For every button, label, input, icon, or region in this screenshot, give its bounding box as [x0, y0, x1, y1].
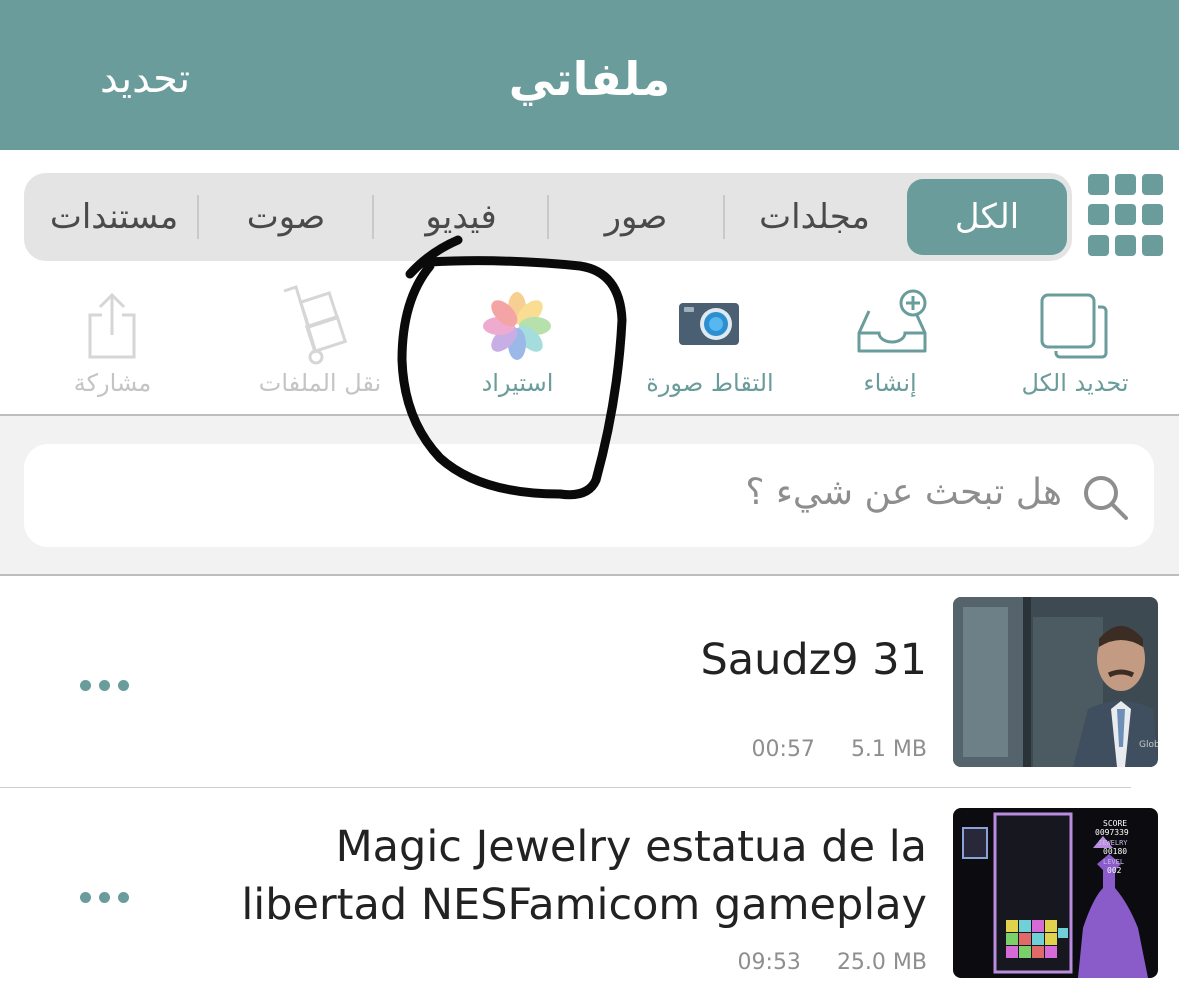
share-icon	[88, 292, 136, 359]
select-all-label: تحديد الكل	[1021, 369, 1129, 397]
inbox-add-icon	[857, 289, 927, 353]
segment-video[interactable]: فيديو	[376, 173, 546, 261]
file-duration: 00:57	[751, 737, 815, 762]
move-files-label: نقل الملفات	[258, 369, 382, 397]
row-divider	[0, 787, 1131, 788]
file-duration: 09:53	[737, 950, 801, 975]
file-size: 25.0 MB	[836, 950, 927, 975]
create-label: إنشاء	[863, 369, 917, 397]
segment-divider	[547, 195, 549, 239]
search-icon	[1084, 476, 1128, 520]
svg-text:002: 002	[1107, 866, 1122, 875]
select-all-tool[interactable]: تحديد الكل	[1000, 285, 1150, 405]
svg-text:00180: 00180	[1103, 847, 1127, 856]
page-title: ملفاتي	[508, 52, 671, 106]
segment-all[interactable]: الكل	[907, 173, 1067, 261]
category-segmented-control: الكل مجلدات صور فيديو صوت مستندات	[24, 173, 1072, 261]
file-size: 5.1 MB	[850, 737, 927, 762]
import-label: استيراد	[481, 369, 554, 397]
file-row[interactable]: SCORE 0097339 JEWELRY 00180 LEVEL 002 Ma…	[0, 808, 1179, 994]
navigation-bar: تحديد ملفاتي	[0, 0, 1179, 150]
segment-video-label: فيديو	[425, 197, 497, 237]
hand-truck-icon	[283, 285, 348, 365]
photos-app-icon	[483, 292, 551, 360]
take-photo-label: التقاط صورة	[646, 369, 774, 397]
segment-audio[interactable]: صوت	[201, 173, 371, 261]
svg-text:JEWELRY: JEWELRY	[1098, 839, 1128, 847]
more-options-icon[interactable]	[80, 680, 129, 691]
segment-photos-label: صور	[604, 197, 668, 237]
camera-icon	[679, 303, 739, 345]
segment-photos[interactable]: صور	[551, 173, 721, 261]
video-thumbnail: Glob	[953, 597, 1158, 767]
share-label: مشاركة	[73, 369, 152, 397]
create-tool[interactable]: إنشاء	[835, 285, 945, 405]
file-title: Saudz9 31	[700, 635, 927, 685]
segment-audio-label: صوت	[246, 197, 326, 237]
search-placeholder: هل تبحث عن شيء ؟	[745, 472, 1062, 513]
segment-folders[interactable]: مجلدات	[727, 173, 902, 261]
video-thumbnail: SCORE 0097339 JEWELRY 00180 LEVEL 002	[953, 808, 1158, 978]
svg-text:LEVEL: LEVEL	[1103, 858, 1124, 866]
file-title: Magic Jewelry estatua de la libertad NES…	[241, 822, 927, 930]
svg-text:0097339: 0097339	[1095, 828, 1129, 837]
segment-divider	[197, 195, 199, 239]
segment-documents[interactable]: مستندات	[34, 173, 194, 261]
move-files-tool[interactable]: نقل الملفات	[250, 285, 390, 405]
file-row[interactable]: Glob Saudz9 31 00:57 5.1 MB	[0, 597, 1179, 767]
segment-folders-label: مجلدات	[759, 197, 870, 237]
file-meta: 09:53 25.0 MB	[702, 950, 927, 975]
share-tool[interactable]: مشاركة	[70, 285, 155, 405]
svg-text:Glob: Glob	[1139, 740, 1158, 750]
more-options-icon[interactable]	[80, 892, 129, 903]
take-photo-tool[interactable]: التقاط صورة	[640, 285, 780, 405]
segment-divider	[372, 195, 374, 239]
search-area: هل تبحث عن شيء ؟	[0, 416, 1179, 574]
segment-divider	[723, 195, 725, 239]
search-divider	[0, 574, 1179, 576]
segment-all-label: الكل	[954, 197, 1020, 237]
grid-view-icon[interactable]	[1086, 172, 1166, 258]
import-tool[interactable]: استيراد	[470, 285, 565, 405]
file-meta: 00:57 5.1 MB	[716, 737, 927, 762]
select-all-icon	[1040, 293, 1108, 359]
svg-text:SCORE: SCORE	[1103, 819, 1127, 828]
segment-documents-label: مستندات	[49, 197, 179, 237]
search-input[interactable]: هل تبحث عن شيء ؟	[24, 444, 1154, 547]
